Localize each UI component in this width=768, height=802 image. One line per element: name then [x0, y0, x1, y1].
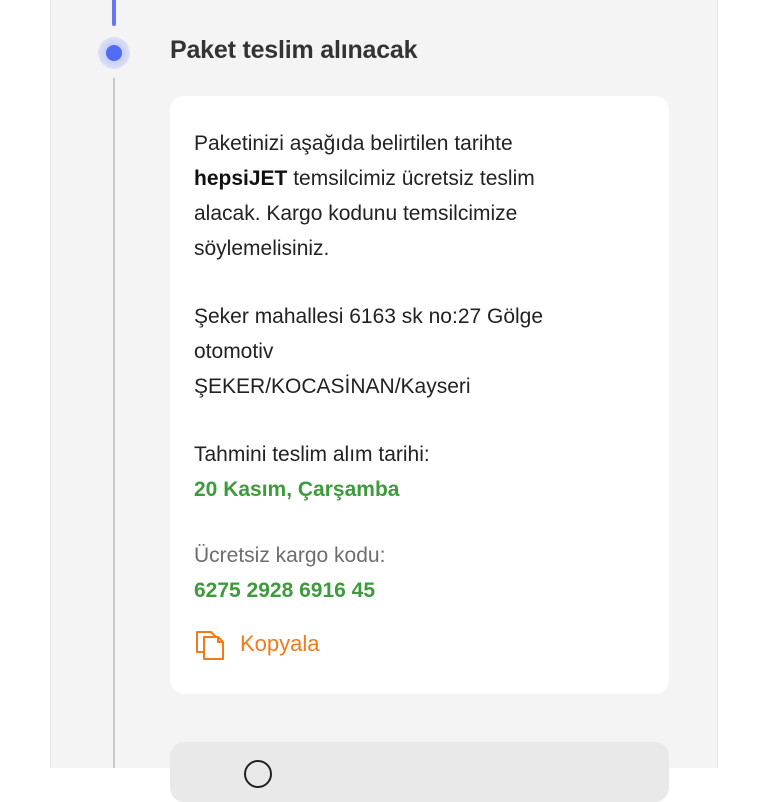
address-line-2: otomotiv — [194, 340, 274, 363]
pickup-date-value: 20 Kasım, Çarşamba — [194, 478, 400, 501]
timeline-active-dot — [106, 45, 122, 61]
courier-brand: hepsiJET — [194, 167, 288, 190]
timeline-line-pending — [113, 78, 115, 768]
copy-button[interactable]: Kopyala — [194, 628, 320, 660]
intro-text-line-4: söylemelisiniz. — [194, 237, 330, 260]
step-title: Paket teslim alınacak — [170, 36, 418, 64]
pickup-date-label: Tahmini teslim alım tarihi: — [194, 443, 430, 466]
copy-icon — [194, 628, 226, 660]
intro-text-line-2-rest: temsilcimiz ücretsiz teslim — [287, 167, 535, 190]
address-line-1: Şeker mahallesi 6163 sk no:27 Gölge — [194, 305, 544, 328]
address-line-3: ŞEKER/KOCASİNAN/Kayseri — [194, 375, 471, 398]
cargo-code-value: 6275 2928 6916 45 — [194, 579, 376, 602]
cargo-code-label: Ücretsiz kargo kodu: — [194, 544, 386, 567]
timeline-line-completed — [112, 0, 116, 26]
copy-label: Kopyala — [240, 631, 320, 656]
intro-text-line-2: hepsiJET temsilcimiz ücretsiz teslim — [194, 161, 535, 197]
circle-icon — [242, 758, 274, 790]
intro-text-line-1: Paketinizi aşağıda belirtilen tarihte — [194, 132, 513, 155]
intro-text-line-3: alacak. Kargo kodunu temsilcimize — [194, 202, 518, 225]
pickup-info-card: Paketinizi aşağıda belirtilen tarihte he… — [170, 96, 669, 694]
